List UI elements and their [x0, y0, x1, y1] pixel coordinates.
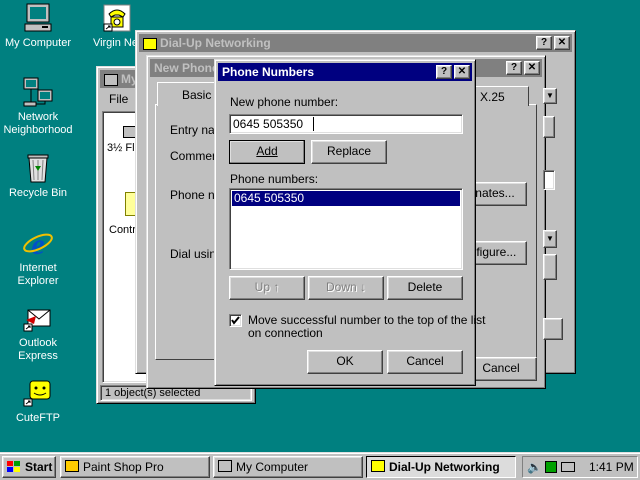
comment-label: Commen — [170, 149, 219, 163]
tab-label: Basic — [182, 88, 212, 102]
button-label: rnates... — [471, 186, 515, 200]
dialup-icon — [371, 460, 385, 472]
start-label: Start — [25, 460, 53, 474]
task-label: Paint Shop Pro — [83, 460, 164, 474]
desktop-icon-label: Network Neighborhood — [3, 111, 73, 136]
checkmark-icon — [231, 316, 240, 325]
tab-label: X.25 — [480, 90, 505, 104]
button-label: Cancel — [482, 361, 520, 375]
add-button[interactable]: Add — [229, 140, 305, 164]
dialup-titlebar[interactable]: Dial-Up Networking ? ✕ — [139, 34, 572, 52]
task-paint-shop-pro[interactable]: Paint Shop Pro — [60, 456, 210, 478]
windows-logo-icon — [7, 461, 20, 472]
phone-numbers-label: Phone numbers: — [230, 172, 319, 186]
modem-tray-icon[interactable] — [561, 462, 575, 472]
side-button[interactable] — [543, 116, 555, 138]
computer-icon — [24, 3, 52, 32]
desktop-icon-recycle-bin[interactable]: Recycle Bin — [0, 152, 76, 200]
clock[interactable]: 1:41 PM — [589, 460, 634, 474]
menu-file[interactable]: File — [109, 92, 128, 106]
desktop-icon-label: Virgin Net — [92, 37, 142, 49]
desktop-icon-label: Internet Explorer — [17, 262, 59, 287]
volume-icon[interactable]: 🔈 — [527, 460, 542, 474]
checkbox-label-line1: Move successful number to the top of the… — [248, 313, 486, 327]
task-label: My Computer — [236, 460, 309, 474]
side-button[interactable] — [543, 318, 563, 340]
window-title: Phone Numbers — [222, 65, 315, 79]
task-label: Dial-Up Networking — [389, 460, 500, 474]
task-my-computer[interactable]: My Computer — [213, 456, 363, 478]
text-cursor — [313, 117, 314, 131]
recycle-bin-icon — [27, 154, 49, 183]
desktop-icon-network[interactable]: Network Neighborhood — [0, 76, 76, 137]
side-field[interactable] — [543, 170, 555, 190]
computer-icon — [104, 73, 118, 86]
tab-x25[interactable]: X.25 — [473, 86, 529, 106]
checkbox-label-line2: on connection — [248, 326, 323, 340]
cuteftp-icon — [23, 380, 51, 407]
desktop-icon-internet-explorer[interactable]: e Internet Explorer — [0, 227, 76, 288]
tab-basic[interactable]: Basic — [157, 82, 221, 106]
phone-numbers-dialog[interactable]: Phone Numbers ? ✕ New phone number: 0645… — [214, 59, 485, 386]
desktop-icon-my-computer[interactable]: My Computer — [0, 2, 76, 50]
desktop-icon-label: Outlook Express — [18, 337, 58, 362]
desktop-icon-label: My Computer — [4, 37, 72, 49]
button-label: Up ↑ — [254, 280, 280, 294]
new-phone-number-input[interactable]: 0645 505350 — [229, 114, 463, 134]
svg-text:e: e — [31, 228, 44, 259]
phone-numbers-list[interactable]: 0645 505350 — [229, 188, 463, 270]
dropdown-arrow-button[interactable]: ▼ — [543, 230, 557, 248]
file-item[interactable]: 3½ Fl — [107, 142, 135, 154]
outlook-express-icon — [23, 309, 51, 332]
dropdown-arrow-button[interactable]: ▼ — [543, 88, 557, 104]
side-button[interactable] — [543, 254, 557, 280]
window-title: Dial-Up Networking — [160, 36, 271, 50]
network-tray-icon[interactable] — [545, 461, 557, 473]
system-tray: 🔈 1:41 PM — [522, 456, 638, 478]
replace-button[interactable]: Replace — [311, 140, 387, 164]
close-button[interactable]: ✕ — [524, 61, 540, 75]
help-button[interactable]: ? — [536, 36, 552, 50]
cancel-button[interactable]: Cancel — [387, 350, 463, 374]
close-button[interactable]: ✕ — [554, 36, 570, 50]
new-phone-number-label: New phone number: — [230, 95, 339, 109]
internet-explorer-icon: e — [23, 228, 53, 259]
delete-button[interactable]: Delete — [387, 276, 463, 300]
desktop-icon-label: CuteFTP — [15, 412, 60, 424]
task-dialup-networking[interactable]: Dial-Up Networking — [366, 456, 516, 478]
button-label: OK — [336, 354, 354, 368]
computer-icon — [218, 460, 232, 472]
window-title: New Phone — [154, 61, 219, 75]
dialup-icon — [143, 37, 157, 50]
network-icon — [23, 77, 53, 107]
button-label: Down ↓ — [325, 280, 366, 294]
desktop-icon-label: Recycle Bin — [8, 187, 68, 199]
input-value: 0645 505350 — [233, 117, 304, 131]
desktop-icon-outlook-express[interactable]: Outlook Express — [0, 302, 76, 363]
button-label: Add — [256, 144, 278, 158]
close-button[interactable]: ✕ — [454, 65, 470, 79]
help-button[interactable]: ? — [506, 61, 522, 75]
desktop-icon-cuteftp[interactable]: CuteFTP — [0, 377, 76, 425]
button-label: Delete — [407, 280, 443, 294]
help-button[interactable]: ? — [436, 65, 452, 79]
button-label: Cancel — [406, 354, 444, 368]
ok-button[interactable]: OK — [307, 350, 383, 374]
move-successful-checkbox[interactable] — [229, 314, 242, 327]
phone-numbers-titlebar[interactable]: Phone Numbers ? ✕ — [218, 63, 472, 81]
list-item[interactable]: 0645 505350 — [232, 191, 460, 206]
phone-icon — [103, 4, 131, 32]
move-successful-label[interactable]: Move successful number to the top of the… — [248, 314, 485, 340]
file-item[interactable]: Contr — [109, 224, 136, 236]
start-button[interactable]: Start — [2, 456, 56, 478]
down-button[interactable]: Down ↓ — [308, 276, 384, 300]
paint-shop-pro-icon — [65, 460, 79, 472]
button-label: nfigure... — [469, 245, 517, 259]
button-label: Replace — [326, 144, 372, 158]
up-button[interactable]: Up ↑ — [229, 276, 305, 300]
